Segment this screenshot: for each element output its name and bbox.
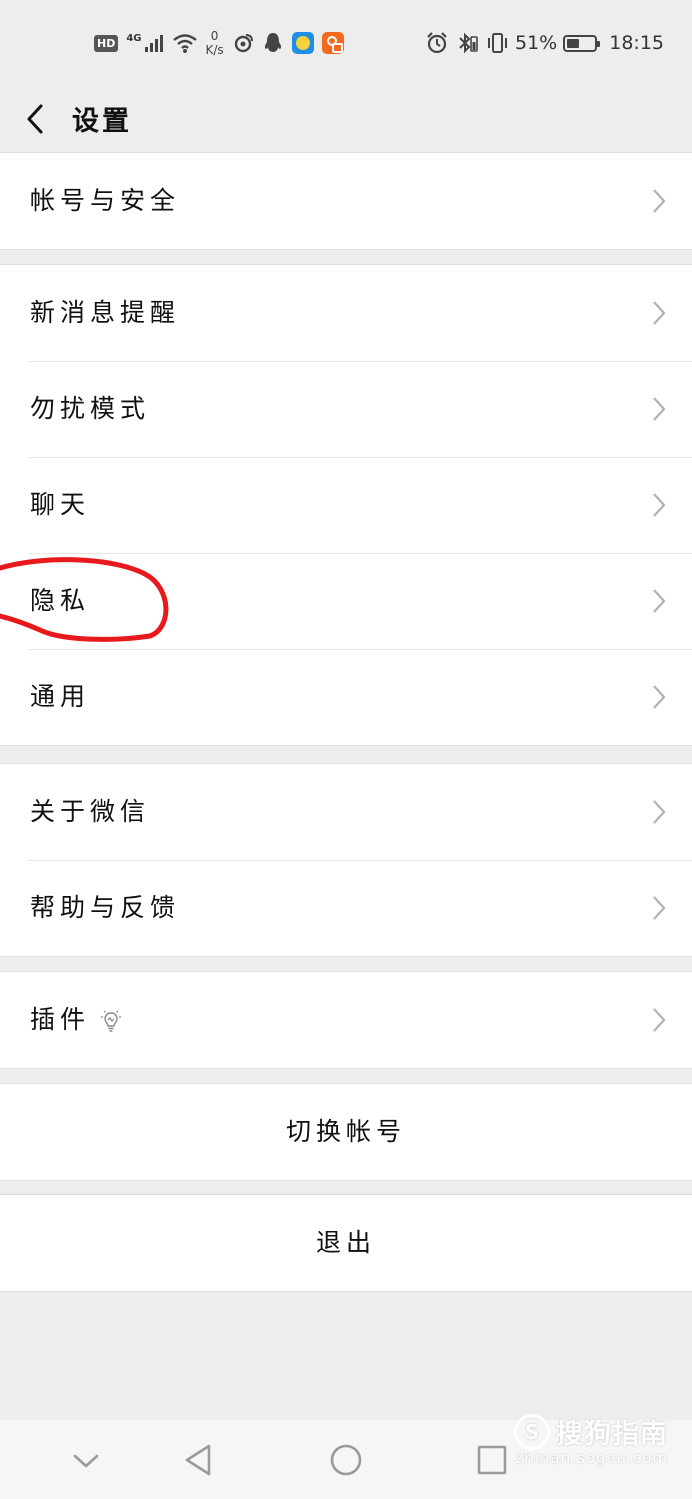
settings-group-about: 关于微信 帮助与反馈 <box>0 763 692 957</box>
nav-home-icon[interactable] <box>322 1436 370 1484</box>
settings-item-label: 帐号与安全 <box>30 186 181 215</box>
chevron-right-icon <box>653 397 666 421</box>
net-speed: 0 K/s <box>206 29 224 57</box>
chevron-right-icon <box>653 1008 666 1032</box>
alarm-icon <box>427 32 447 54</box>
settings-item-label: 通用 <box>30 682 91 711</box>
clock: 18:15 <box>609 32 664 54</box>
settings-item-label: 关于微信 <box>30 797 151 826</box>
switch-account-label: 切换帐号 <box>285 1117 406 1146</box>
app-icon-blue <box>291 32 314 54</box>
settings-item-chat[interactable]: 聊天 <box>0 457 692 553</box>
settings-item-privacy[interactable]: 隐私 <box>0 553 692 649</box>
chevron-right-icon <box>653 189 666 213</box>
logout-group: 退出 <box>0 1194 692 1292</box>
logout-label: 退出 <box>315 1228 376 1257</box>
signal-icon: 4G <box>126 33 163 53</box>
qq-icon <box>264 33 281 52</box>
chevron-right-icon <box>653 493 666 517</box>
chevron-right-icon <box>653 685 666 709</box>
battery-percent: 51% <box>515 32 558 54</box>
chevron-right-icon <box>653 589 666 613</box>
settings-item-label: 新消息提醒 <box>30 298 181 327</box>
wifi-icon <box>172 34 197 53</box>
settings-group-plugins: 插件 <box>0 971 692 1069</box>
chevron-right-icon <box>653 800 666 824</box>
hd-badge: HD <box>94 34 119 52</box>
watermark-url: zhinan.sogou.com <box>515 1449 668 1467</box>
bluetooth-icon <box>459 32 478 54</box>
settings-item-label: 聊天 <box>30 490 91 519</box>
status-bar-left: HD 4G 0 K/s <box>94 28 344 58</box>
sogou-logo-icon: S <box>514 1413 550 1450</box>
settings-item-label: 帮助与反馈 <box>30 893 181 922</box>
back-arrow-icon[interactable] <box>22 96 52 142</box>
settings-item-account-security[interactable]: 帐号与安全 <box>0 153 692 249</box>
page-title: 设置 <box>72 106 132 137</box>
settings-item-plugins[interactable]: 插件 <box>0 972 692 1068</box>
sogou-watermark: S 搜狗指南 zhinan.sogou.com <box>514 1412 668 1467</box>
watermark-text: 搜狗指南 <box>556 1419 668 1450</box>
switch-account-button[interactable]: 切换帐号 <box>0 1084 692 1180</box>
settings-item-notifications[interactable]: 新消息提醒 <box>0 265 692 361</box>
lightbulb-icon <box>101 1010 121 1032</box>
nav-hide-icon[interactable] <box>62 1436 110 1484</box>
chevron-right-icon <box>653 896 666 920</box>
chevron-right-icon <box>653 301 666 325</box>
vibrate-icon <box>488 33 507 53</box>
settings-item-label: 勿扰模式 <box>30 394 151 423</box>
settings-item-do-not-disturb[interactable]: 勿扰模式 <box>0 361 692 457</box>
settings-item-help-feedback[interactable]: 帮助与反馈 <box>0 860 692 956</box>
network-type: 4G <box>126 33 142 44</box>
status-bar: HD 4G 0 K/s 51% 18:15 <box>0 0 692 86</box>
title-bar: 设置 <box>0 86 692 152</box>
weibo-icon <box>234 34 253 53</box>
logout-button[interactable]: 退出 <box>0 1195 692 1291</box>
net-speed-value: 0 <box>210 29 219 43</box>
settings-group-account: 帐号与安全 <box>0 152 692 250</box>
settings-item-general[interactable]: 通用 <box>0 649 692 745</box>
settings-item-label: 插件 <box>30 1005 91 1034</box>
settings-item-about-wechat[interactable]: 关于微信 <box>0 764 692 860</box>
nav-recents-icon[interactable] <box>468 1436 516 1484</box>
battery-icon <box>563 34 601 52</box>
nav-back-icon[interactable] <box>175 1436 223 1484</box>
settings-item-label: 隐私 <box>30 586 91 615</box>
switch-account-group: 切换帐号 <box>0 1083 692 1181</box>
settings-group-main: 新消息提醒 勿扰模式 聊天 隐私 通用 <box>0 264 692 746</box>
net-speed-unit: K/s <box>205 43 224 57</box>
app-icon-orange <box>321 32 344 54</box>
status-bar-right: 51% 18:15 <box>425 28 664 58</box>
